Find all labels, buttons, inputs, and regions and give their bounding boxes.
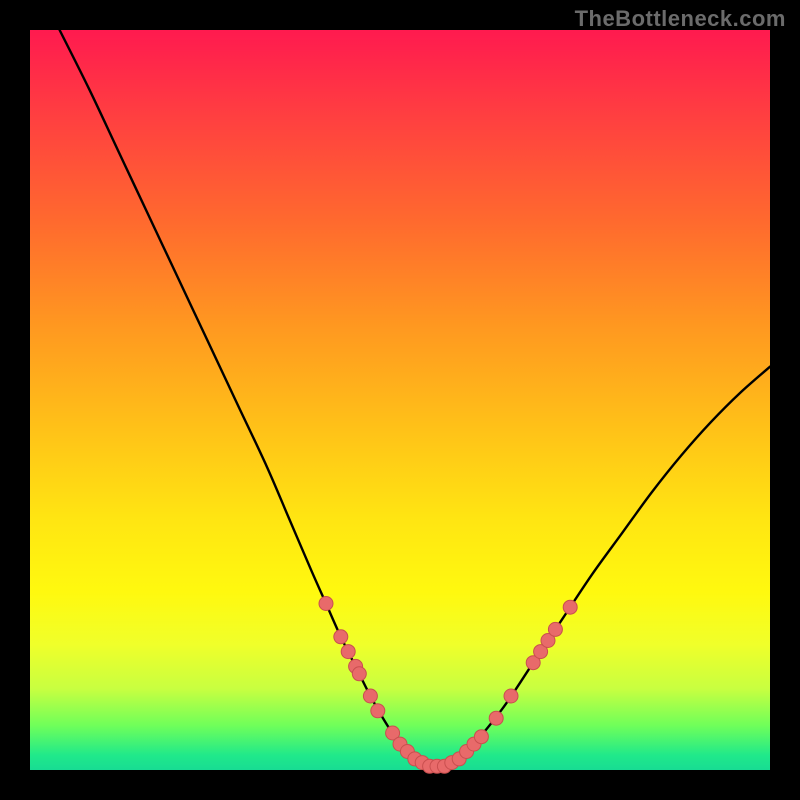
marker-point — [363, 689, 377, 703]
marker-point — [371, 704, 385, 718]
bottleneck-curve — [60, 30, 770, 767]
plot-area — [30, 30, 770, 770]
marker-point — [341, 645, 355, 659]
marker-point — [474, 730, 488, 744]
marker-point — [334, 630, 348, 644]
marker-point — [489, 711, 503, 725]
curve-svg — [30, 30, 770, 770]
marker-point — [504, 689, 518, 703]
marker-point — [352, 667, 366, 681]
marker-point — [548, 622, 562, 636]
marker-point — [319, 597, 333, 611]
marker-group — [319, 597, 577, 774]
marker-point — [563, 600, 577, 614]
chart-frame: TheBottleneck.com — [0, 0, 800, 800]
watermark-text: TheBottleneck.com — [575, 6, 786, 32]
